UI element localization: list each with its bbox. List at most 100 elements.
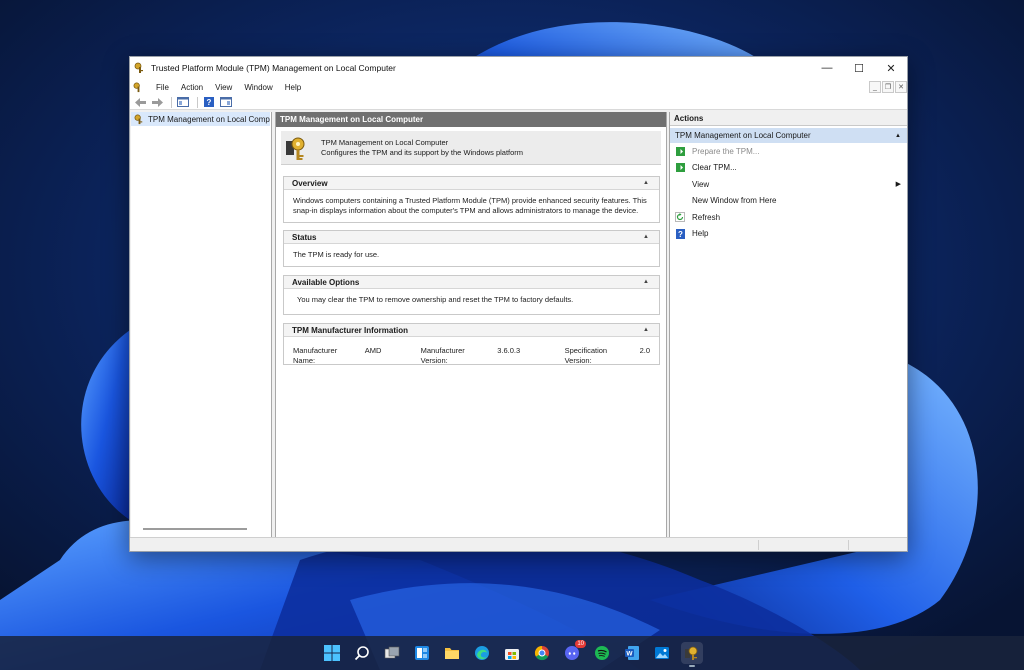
forward-arrow-icon	[151, 97, 163, 107]
available-options-title: Available Options	[292, 277, 360, 287]
summary-subtitle: Configures the TPM and its support by th…	[321, 147, 524, 157]
submenu-arrow-icon: ▶	[895, 181, 901, 189]
mdi-controls: _ ❐ ✕	[868, 81, 907, 93]
menu-help[interactable]: Help	[279, 83, 307, 92]
svg-text:W: W	[626, 651, 633, 658]
window-title: Trusted Platform Module (TPM) Management…	[151, 63, 396, 73]
actions-group-label: TPM Management on Local Computer	[675, 131, 811, 140]
chrome-icon[interactable]	[531, 642, 553, 664]
task-view-icon[interactable]	[381, 642, 403, 664]
mdi-close-button[interactable]: ✕	[895, 81, 907, 93]
manufacturer-info-row: Manufacturer Name: AMD Manufacturer Vers…	[293, 346, 650, 366]
discord-icon[interactable]: 10	[561, 640, 586, 664]
svg-text:?: ?	[678, 230, 683, 239]
maximize-button[interactable]: ☐	[843, 57, 875, 79]
manufacturer-info-title: TPM Manufacturer Information	[292, 325, 409, 335]
title-bar[interactable]: Trusted Platform Module (TPM) Management…	[130, 57, 907, 79]
available-options-text: You may clear the TPM to remove ownershi…	[297, 295, 574, 304]
back-arrow-icon	[134, 97, 146, 107]
store-icon[interactable]	[501, 642, 523, 664]
menu-window[interactable]: Window	[238, 83, 278, 92]
file-explorer-icon[interactable]	[441, 642, 463, 664]
action-clear-tpm[interactable]: Clear TPM...	[670, 160, 907, 177]
green-action-icon	[675, 146, 685, 156]
collapse-arrow-icon[interactable]: ▲	[643, 180, 649, 186]
toolbar-separator	[197, 96, 198, 108]
action-view[interactable]: View ▶	[670, 176, 907, 193]
available-options-section: Available Options ▲ You may clear the TP…	[283, 275, 660, 315]
back-button[interactable]	[133, 96, 147, 109]
actions-header: Actions	[670, 112, 907, 126]
word-icon[interactable]: W	[621, 642, 643, 664]
photos-icon[interactable]	[651, 642, 673, 664]
menu-file[interactable]: File	[150, 83, 175, 92]
tree-item-tpm-management[interactable]: TPM Management on Local Comp	[131, 112, 270, 126]
available-options-section-header[interactable]: Available Options ▲	[284, 276, 659, 289]
widgets-icon[interactable]	[411, 642, 433, 664]
tpm-key-large-icon	[286, 137, 305, 160]
action-prepare-tpm[interactable]: Prepare the TPM...	[670, 143, 907, 160]
toolbar-separator	[171, 96, 172, 108]
manufacturer-version-value: 3.6.0.3	[497, 346, 521, 355]
tpm-app-icon[interactable]	[681, 642, 703, 667]
help-button[interactable]: ?	[202, 96, 216, 109]
tpm-key-icon	[134, 62, 143, 73]
help-icon: ?	[204, 97, 214, 107]
collapse-arrow-icon[interactable]: ▲	[643, 279, 649, 285]
spotify-icon[interactable]	[591, 642, 613, 664]
action-new-window[interactable]: New Window from Here	[670, 193, 907, 210]
show-hide-console-tree-button[interactable]	[176, 96, 190, 109]
collapse-arrow-icon[interactable]: ▲	[643, 234, 649, 240]
menu-view[interactable]: View	[209, 83, 238, 92]
overview-text: Windows computers containing a Trusted P…	[293, 196, 647, 215]
forward-button[interactable]	[150, 96, 164, 109]
manufacturer-name-value: AMD	[364, 346, 382, 355]
summary-title: TPM Management on Local Computer	[321, 137, 449, 147]
status-bar-segment	[758, 540, 759, 550]
status-section: Status ▲ The TPM is ready for use.	[283, 230, 660, 267]
collapse-arrow-icon[interactable]: ▲	[895, 133, 901, 139]
discord-badge: 10	[575, 640, 586, 648]
action-label: Help	[692, 229, 709, 239]
svg-text:?: ?	[207, 98, 212, 107]
action-label: Refresh	[692, 212, 721, 222]
status-section-header[interactable]: Status ▲	[284, 231, 659, 244]
action-pane-icon	[220, 97, 232, 107]
results-pane-header: TPM Management on Local Computer	[276, 112, 666, 127]
mdi-restore-button[interactable]: ❐	[882, 81, 894, 93]
refresh-icon	[675, 212, 685, 223]
status-bar-segment	[848, 540, 849, 550]
action-help[interactable]: ? Help	[670, 226, 907, 243]
status-title: Status	[292, 232, 317, 242]
minimize-button[interactable]: —	[811, 57, 843, 79]
edge-icon[interactable]	[471, 642, 493, 664]
specification-version-label: Specification Version:	[564, 346, 608, 365]
running-indicator	[689, 665, 695, 667]
action-label: Prepare the TPM...	[692, 146, 760, 156]
snapin-summary: TPM Management on Local Computer Configu…	[281, 131, 661, 165]
manufacturer-version-label: Manufacturer Version:	[420, 346, 465, 365]
show-hide-action-pane-button[interactable]	[219, 96, 233, 109]
action-refresh[interactable]: Refresh	[670, 209, 907, 226]
console-tree-pane: TPM Management on Local Comp	[131, 112, 272, 538]
tpm-key-icon[interactable]	[133, 82, 144, 93]
results-pane: TPM Management on Local Computer TPM Man…	[275, 112, 667, 538]
menu-bar: File Action View Window Help _ ❐ ✕	[130, 79, 907, 95]
windows-start-icon[interactable]	[321, 642, 343, 664]
actions-group-tpm-management[interactable]: TPM Management on Local Computer ▲	[670, 128, 907, 143]
overview-section: Overview ▲ Windows computers containing …	[283, 176, 660, 223]
manufacturer-info-section-header[interactable]: TPM Manufacturer Information ▲	[284, 324, 659, 337]
status-text: The TPM is ready for use.	[293, 250, 380, 259]
collapse-arrow-icon[interactable]: ▲	[643, 327, 649, 333]
horizontal-scrollbar[interactable]	[143, 528, 247, 530]
tree-item-label: TPM Management on Local Comp	[148, 114, 270, 124]
close-button[interactable]: ✕	[875, 57, 907, 79]
overview-section-header[interactable]: Overview ▲	[284, 177, 659, 190]
tpm-key-icon	[134, 114, 143, 124]
toolbar: ?	[130, 95, 907, 110]
menu-action[interactable]: Action	[175, 83, 209, 92]
mdi-minimize-button[interactable]: _	[869, 81, 881, 93]
search-icon[interactable]	[351, 642, 373, 664]
green-action-icon	[675, 163, 685, 173]
status-bar	[130, 537, 907, 551]
